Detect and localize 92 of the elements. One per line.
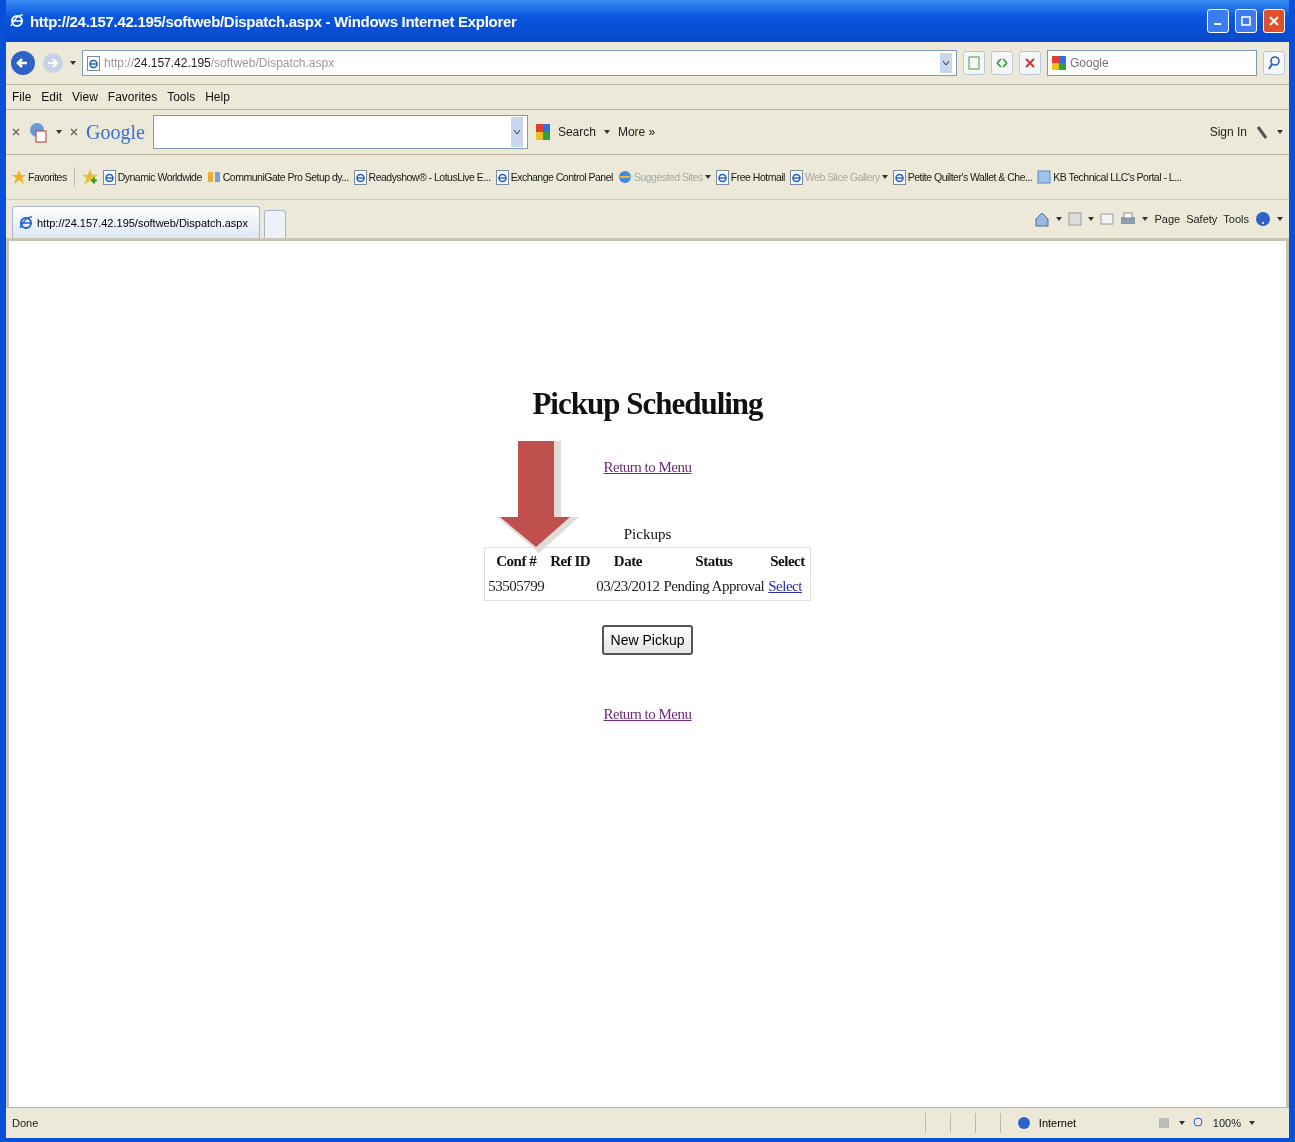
menu-item[interactable]: Favorites [107,90,158,104]
menu-item[interactable]: Tools [167,90,196,104]
page-icon [789,169,803,185]
caret-icon [1088,217,1095,221]
column-header: Status [694,552,734,571]
favorite-link[interactable]: Petite Quilter's Wallet & Che... [892,169,1033,185]
menu-item[interactable]: View [72,90,98,104]
close-icon[interactable] [12,128,20,136]
google-search-icon [535,124,550,140]
portal-icon [1037,170,1052,184]
refresh-button[interactable] [991,51,1013,75]
star-icon [12,170,26,184]
caret-icon [70,61,76,65]
sign-in-link[interactable]: Sign In [1209,125,1247,139]
minimize-button[interactable] [1207,9,1229,33]
command-menu-button[interactable]: Safety [1186,213,1218,225]
close-icon [1269,16,1279,26]
zoom-level[interactable]: 100% [1212,1117,1241,1129]
new-pickup-button[interactable]: New Pickup [601,625,694,655]
google-logo: Google [86,120,145,144]
caret-icon [1178,1121,1185,1125]
toolbar-add-on-icon[interactable] [28,121,48,143]
maximize-button[interactable] [1235,9,1257,33]
back-button[interactable] [10,50,36,76]
column-header: Conf # [495,552,538,571]
caret-icon [603,130,610,134]
home-icon[interactable] [1034,211,1051,227]
dropdown-icon[interactable] [510,117,523,147]
close-icon [1025,58,1035,68]
table-cell-text: 53505799 [487,577,546,596]
more-button[interactable]: More » [617,125,656,139]
page-icon [495,169,509,185]
favorite-link[interactable]: Dynamic Worldwide [102,169,202,185]
caret-icon [1056,217,1063,221]
caret-icon [1277,130,1283,134]
page-icon [102,169,116,185]
dropdown-icon[interactable] [940,53,952,73]
select-link[interactable]: Select [768,578,802,594]
caret-icon [1142,217,1149,221]
table-cell-text: 03/23/2012 [595,577,661,596]
menu-item[interactable]: Help [205,90,230,104]
close-icon[interactable] [70,128,78,136]
page-heading: Pickup Scheduling [532,386,763,422]
menu-item[interactable]: File [12,90,32,104]
menu-item[interactable]: Edit [41,90,63,104]
address-field[interactable]: http://24.157.42.195/softweb/Dispatch.aspx [82,50,957,76]
add-favorite-icon[interactable] [81,169,98,185]
column-header: Date [612,552,643,571]
page-icon [19,215,33,230]
favorites-button[interactable]: Favorites [12,170,67,184]
caret-icon [1277,217,1283,221]
caret-icon [1249,1121,1255,1125]
maximize-icon [1241,16,1251,26]
table-cell-text: Pending Approval [662,577,766,596]
search-box[interactable]: Google [1047,50,1257,76]
column-header: Select [769,552,806,571]
favorite-link[interactable]: Exchange Control Panel [495,169,613,185]
zoom-icon [1192,1117,1205,1129]
search-button[interactable] [1263,51,1285,75]
favorite-link[interactable]: KB Technical LLC's Portal - L... [1037,170,1182,184]
google-search-field[interactable] [152,115,528,149]
security-zone: Internet [1038,1117,1078,1129]
browser-logo-icon [10,14,24,28]
printer-icon[interactable] [1120,212,1137,226]
stop-button[interactable] [1019,51,1041,75]
page-icon [87,55,100,71]
table-caption: Pickups [623,526,672,543]
status-text: Done [12,1117,40,1129]
command-menu-button[interactable]: Tools [1223,213,1249,225]
globe-icon [1016,1116,1031,1130]
search-icon [1268,56,1280,70]
page-icon [715,169,729,185]
window-title: http://24.157.42.195/softweb/Dispatch.aspx - Windows Internet Explorer [30,12,518,30]
favorite-link[interactable]: Readyshow® - LotusLive E... [353,169,491,185]
browser-tab[interactable]: http://24.157.42.195/softweb/Dispatch.aspx [12,206,260,238]
search-button[interactable]: Search [557,125,596,139]
page-icon [968,56,980,70]
return-to-menu-link[interactable]: Return to Menu [603,459,692,475]
caret-icon [56,130,62,134]
close-button[interactable] [1263,9,1285,33]
page-icon [353,169,367,185]
favorite-link[interactable]: Free Hotmail [715,169,785,185]
column-header: Ref ID [549,552,592,571]
command-menu-button[interactable]: Page [1154,213,1181,225]
caret-icon [881,175,888,179]
favorite-link[interactable]: CommuniGate Pro Setup dy... [206,171,349,183]
return-to-menu-link[interactable]: Return to Menu [603,706,692,722]
caret-icon [704,175,711,179]
search-field[interactable]: Google [1070,56,1240,70]
page-icon [892,169,906,185]
search-provider-icon [1052,56,1066,70]
globe-icon [617,170,632,184]
